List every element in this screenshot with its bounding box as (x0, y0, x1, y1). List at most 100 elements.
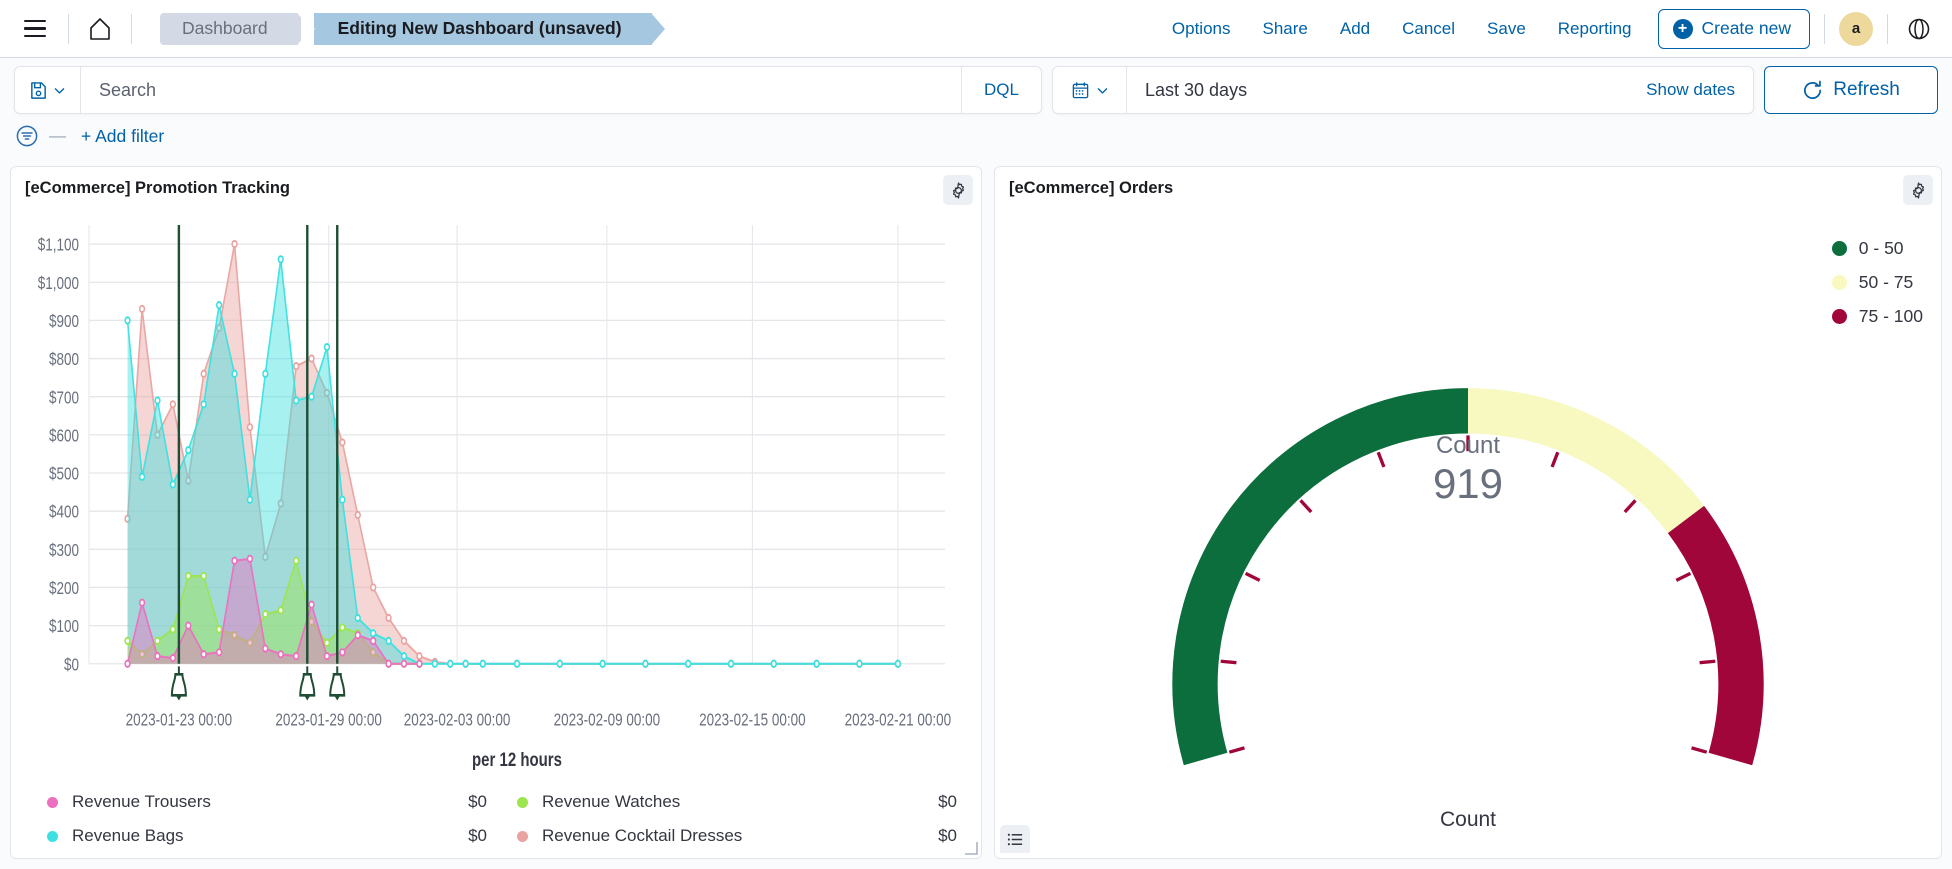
chart-legend-promotion-tracking: Revenue Trousers $0 Revenue Watches $0 R… (11, 782, 981, 858)
gauge-metric-value: 919 (1432, 460, 1504, 507)
plus-icon: + (1672, 18, 1693, 39)
svg-text:$300: $300 (49, 541, 79, 560)
breadcrumb-editing-new-dashboard[interactable]: Editing New Dashboard (unsaved) (300, 12, 665, 45)
legend-item-revenue-watches[interactable]: Revenue Watches $0 (517, 792, 957, 812)
legend-color-swatch (1831, 275, 1847, 290)
svg-text:$0: $0 (64, 656, 79, 675)
svg-text:2023-02-03 00:00: 2023-02-03 00:00 (404, 711, 511, 730)
svg-text:$400: $400 (49, 503, 79, 522)
svg-text:$500: $500 (49, 465, 79, 484)
nav-divider (1887, 13, 1888, 44)
legend-label: 50 - 75 (1858, 272, 1914, 292)
panel-title-orders: [eCommerce] Orders (1009, 179, 1174, 197)
nav-divider (68, 13, 69, 44)
panel-resize-handle[interactable] (964, 841, 978, 855)
legend-label: Revenue Watches (542, 792, 681, 811)
gauge-center-text: Count 919 (995, 432, 1941, 508)
top-navigation-bar: Dashboard Editing New Dashboard (unsaved… (0, 0, 1952, 58)
panel-title-promotion-tracking: [eCommerce] Promotion Tracking (25, 179, 290, 197)
legend-label: 0 - 50 (1858, 238, 1904, 258)
show-dates-button[interactable]: Show dates (1628, 67, 1753, 113)
svg-text:$200: $200 (49, 579, 79, 598)
legend-label: Revenue Trousers (72, 792, 211, 811)
promotion-tracking-chart[interactable]: $0 $100 $200 $300 $400 $500 $600 $700 $800 $900 $1… (11, 204, 981, 782)
gauge-footer-label: Count (1439, 808, 1497, 831)
legend-label: Revenue Bags (72, 826, 184, 845)
svg-text:2023-02-21 00:00: 2023-02-21 00:00 (845, 711, 952, 730)
panel-orders: [eCommerce] Orders Count 919 Count 0 - 5… (994, 166, 1942, 859)
breadcrumb: Dashboard Editing New Dashboard (unsaved… (160, 12, 665, 45)
add-filter-button[interactable]: + Add filter (75, 126, 164, 147)
svg-text:$1,100: $1,100 (38, 236, 79, 255)
nav-share-button[interactable]: Share (1246, 19, 1323, 39)
svg-text:2023-02-09 00:00: 2023-02-09 00:00 (554, 711, 661, 730)
filter-circle-icon[interactable] (14, 123, 40, 149)
search-input[interactable] (81, 67, 962, 113)
hamburger-menu-icon[interactable] (16, 10, 54, 48)
gauge-metric-label: Count (1435, 432, 1501, 459)
panel-promotion-tracking: [eCommerce] Promotion Tracking $0 $100 $20… (10, 166, 982, 859)
legend-value: $0 (938, 826, 957, 845)
avatar[interactable]: a (1839, 11, 1873, 46)
home-icon[interactable] (83, 12, 117, 46)
calendar-icon (1072, 81, 1088, 98)
legend-value: $0 (468, 792, 487, 811)
breadcrumb-dashboard[interactable]: Dashboard (160, 12, 311, 45)
list-legend-icon[interactable] (1000, 825, 1030, 853)
gauge-legend-item-75-100[interactable]: 75 - 100 (1831, 306, 1923, 327)
legend-value: $0 (468, 826, 487, 845)
top-nav-actions: Options Share Add Cancel Save Reporting … (1156, 8, 1936, 49)
nav-divider (131, 13, 132, 44)
search-input-group: DQL (14, 66, 1042, 114)
nav-options-button[interactable]: Options (1156, 19, 1247, 39)
svg-text:$700: $700 (49, 389, 79, 408)
legend-color-swatch (1831, 241, 1847, 256)
legend-color-swatch (1831, 309, 1847, 324)
refresh-button[interactable]: Refresh (1764, 66, 1938, 114)
nav-divider (1824, 13, 1825, 44)
save-disk-icon (31, 81, 46, 99)
chevron-down-icon (1097, 87, 1107, 94)
nav-add-button[interactable]: Add (1324, 19, 1386, 39)
gear-icon[interactable] (1903, 175, 1933, 205)
svg-text:2023-01-23 00:00: 2023-01-23 00:00 (126, 711, 233, 730)
refresh-icon (1804, 80, 1822, 99)
chevron-down-icon (54, 87, 65, 94)
legend-item-revenue-trousers[interactable]: Revenue Trousers $0 (47, 792, 487, 812)
refresh-label: Refresh (1833, 79, 1900, 100)
nav-reporting-button[interactable]: Reporting (1542, 19, 1648, 39)
legend-item-revenue-cocktail-dresses[interactable]: Revenue Cocktail Dresses $0 (517, 826, 957, 846)
svg-text:$600: $600 (49, 427, 79, 446)
legend-label: Revenue Cocktail Dresses (542, 826, 743, 845)
gauge-chart-wrapper (995, 204, 1941, 858)
legend-item-revenue-bags[interactable]: Revenue Bags $0 (47, 826, 487, 846)
svg-text:$900: $900 (49, 312, 79, 331)
legend-color-swatch (517, 796, 528, 808)
svg-text:$100: $100 (49, 618, 79, 637)
legend-color-swatch (47, 830, 58, 842)
calendar-quick-select-button[interactable] (1053, 67, 1127, 113)
gauge-legend: 0 - 50 50 - 75 75 - 100 (1831, 238, 1923, 327)
query-language-button[interactable]: DQL (961, 67, 1041, 113)
help-circle-icon[interactable] (1902, 12, 1936, 46)
dashboard-grid: [eCommerce] Promotion Tracking $0 $100 $20… (0, 158, 1952, 869)
gauge-legend-item-50-75[interactable]: 50 - 75 (1831, 272, 1923, 293)
filter-separator-dash: — (49, 126, 66, 145)
gauge-area-orders: Count 919 Count 0 - 50 50 - 75 75 - 100 (995, 204, 1941, 858)
query-bar: DQL Last 30 days Show dates Refresh (0, 58, 1952, 114)
gear-icon[interactable] (943, 175, 973, 205)
svg-text:2023-01-29 00:00: 2023-01-29 00:00 (275, 711, 382, 730)
filter-bar: — + Add filter (0, 114, 1952, 158)
date-picker-group: Last 30 days Show dates (1052, 66, 1754, 114)
legend-label: 75 - 100 (1858, 306, 1923, 326)
nav-cancel-button[interactable]: Cancel (1386, 19, 1471, 39)
create-new-label: Create new (1701, 18, 1792, 38)
orders-gauge-chart[interactable] (995, 204, 1941, 858)
gauge-legend-item-0-50[interactable]: 0 - 50 (1831, 238, 1923, 259)
svg-text:per 12 hours: per 12 hours (472, 748, 562, 771)
create-new-button[interactable]: + Create new (1657, 8, 1810, 49)
date-range-value[interactable]: Last 30 days (1127, 67, 1628, 113)
saved-query-button[interactable] (15, 67, 81, 113)
nav-save-button[interactable]: Save (1471, 19, 1542, 39)
svg-text:2023-02-15 00:00: 2023-02-15 00:00 (699, 711, 806, 730)
